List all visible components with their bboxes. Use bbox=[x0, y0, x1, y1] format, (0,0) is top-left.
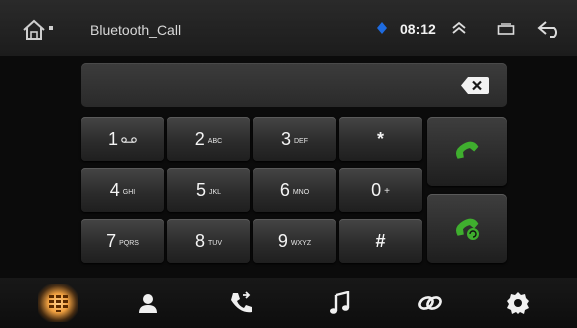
tab-music[interactable] bbox=[320, 284, 360, 322]
phone-redial-icon bbox=[456, 218, 479, 240]
key-0[interactable]: 0 + bbox=[339, 168, 422, 212]
key-digit: 9 bbox=[277, 230, 288, 251]
key-letters: PQRS bbox=[119, 239, 139, 247]
key-4[interactable]: 4 GHI bbox=[81, 168, 164, 212]
recent-apps-icon[interactable] bbox=[497, 23, 515, 35]
status-bar: Bluetooth_Call 08:12 bbox=[0, 0, 577, 56]
chevron-up-icon[interactable] bbox=[450, 20, 468, 36]
app-title: Bluetooth_Call bbox=[90, 22, 182, 38]
bluetooth-icon bbox=[377, 22, 387, 34]
key-2[interactable]: 2 ABC bbox=[167, 117, 250, 161]
phone-call-icon bbox=[456, 141, 479, 159]
call-button[interactable] bbox=[427, 117, 507, 186]
key-letters: JKL bbox=[208, 188, 222, 196]
key-digit: 3 bbox=[280, 128, 291, 149]
key-digit: * bbox=[376, 128, 384, 149]
voicemail-icon bbox=[121, 137, 137, 145]
key-hash[interactable]: # bbox=[339, 219, 422, 263]
contacts-icon bbox=[139, 294, 157, 313]
redial-button[interactable] bbox=[427, 194, 507, 263]
key-3[interactable]: 3 DEF bbox=[253, 117, 336, 161]
tab-contacts[interactable] bbox=[128, 284, 168, 322]
link-icon bbox=[418, 296, 442, 310]
key-7[interactable]: 7 PQRS bbox=[81, 219, 164, 263]
tab-call-log[interactable] bbox=[221, 284, 261, 322]
tab-dialpad[interactable] bbox=[38, 284, 78, 322]
tab-settings[interactable] bbox=[498, 284, 538, 322]
home-icon[interactable] bbox=[22, 18, 56, 42]
key-digit: 1 bbox=[107, 128, 118, 149]
key-letters: + bbox=[384, 185, 390, 197]
key-9[interactable]: 9 WXYZ bbox=[253, 219, 336, 263]
key-digit: 5 bbox=[195, 179, 206, 200]
key-letters: MNO bbox=[292, 188, 310, 196]
key-digit: 6 bbox=[279, 179, 290, 200]
key-letters: TUV bbox=[208, 239, 222, 247]
settings-icon bbox=[507, 292, 529, 314]
key-digit: 8 bbox=[194, 230, 205, 251]
key-5[interactable]: 5 JKL bbox=[167, 168, 250, 212]
bottom-nav bbox=[0, 278, 577, 328]
key-letters: ABC bbox=[207, 137, 223, 145]
clock: 08:12 bbox=[400, 21, 436, 37]
backspace-icon[interactable] bbox=[461, 77, 489, 94]
key-digit: 2 bbox=[194, 128, 205, 149]
key-digit: # bbox=[375, 230, 386, 251]
key-star[interactable]: * bbox=[339, 117, 422, 161]
key-digit: 0 bbox=[371, 179, 382, 200]
call-log-icon bbox=[231, 291, 252, 313]
tab-bluetooth-link[interactable] bbox=[410, 284, 450, 322]
key-8[interactable]: 8 TUV bbox=[167, 219, 250, 263]
number-display bbox=[81, 63, 507, 107]
key-letters: WXYZ bbox=[290, 239, 312, 247]
dialpad-icon bbox=[49, 295, 68, 312]
key-letters: GHI bbox=[122, 188, 136, 196]
key-letters: DEF bbox=[294, 137, 308, 145]
key-digit: 7 bbox=[106, 230, 117, 251]
key-digit: 4 bbox=[109, 179, 120, 200]
back-icon[interactable] bbox=[536, 20, 564, 38]
key-1[interactable]: 1 bbox=[81, 117, 164, 161]
key-6[interactable]: 6 MNO bbox=[253, 168, 336, 212]
music-icon bbox=[330, 291, 350, 314]
